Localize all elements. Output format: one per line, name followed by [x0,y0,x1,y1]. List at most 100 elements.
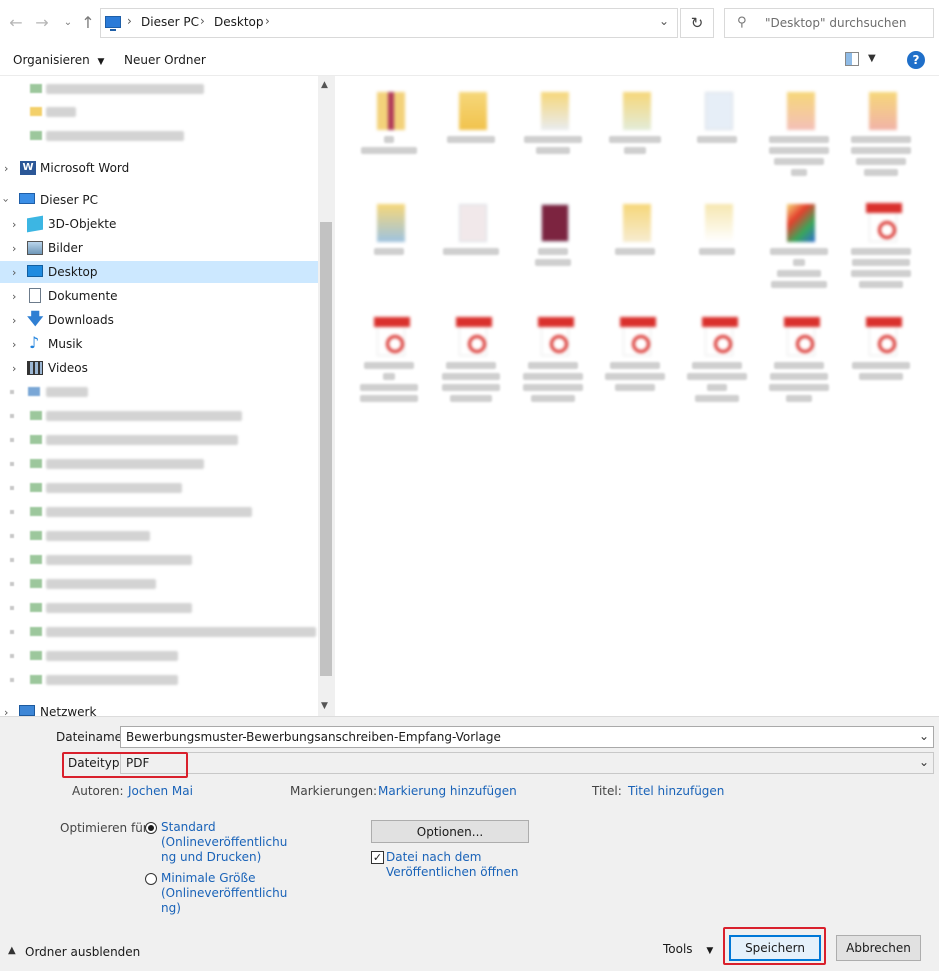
file-item[interactable] [765,82,833,192]
collapse-chevron-icon[interactable]: › [0,198,13,202]
hide-folders-button[interactable]: Ordner ausblenden [25,945,140,959]
view-dropdown-icon[interactable]: ▼ [868,53,876,64]
file-item[interactable] [847,194,915,304]
recent-locations-chevron-icon[interactable]: ⌄ [58,10,78,34]
open-after-publish-checkbox[interactable]: ✓ [371,851,384,864]
file-item[interactable] [519,194,587,304]
breadcrumb-separator-icon[interactable]: › [200,14,205,28]
blurred-item[interactable] [46,555,192,565]
back-arrow-icon[interactable]: ← [6,10,26,34]
file-item[interactable] [765,194,833,304]
blurred-item[interactable] [46,483,182,493]
organize-button[interactable]: Organisieren ▼ [13,53,104,67]
blurred-item[interactable] [46,603,192,613]
breadcrumb-desktop[interactable]: Desktop [214,15,264,29]
nav-scrollbar[interactable]: ▲ ▼ [318,76,334,716]
blurred-item[interactable] [46,435,238,445]
tags-value[interactable]: Markierung hinzufügen [378,784,517,798]
breadcrumb-separator-icon[interactable]: › [127,14,132,28]
file-item[interactable] [437,82,505,192]
file-item[interactable] [683,308,751,418]
file-item[interactable] [765,308,833,418]
nav-item-3d-objects[interactable]: › 3D-Objekte [0,213,318,235]
blurred-item[interactable] [46,579,156,589]
optimize-minimal-label[interactable]: Minimale Größe (Onlineveröffentlichu ng) [161,871,287,916]
nav-item-this-pc[interactable]: › Dieser PC [0,189,318,211]
new-folder-button[interactable]: Neuer Ordner [124,53,206,67]
blurred-item[interactable] [46,131,184,141]
blurred-item[interactable] [46,675,178,685]
breadcrumb-this-pc[interactable]: Dieser PC [141,15,199,29]
nav-item-music[interactable]: › ♪ Musik [0,333,318,355]
blurred-item[interactable] [46,84,204,94]
view-mode-icon[interactable] [845,52,859,66]
expand-chevron-icon[interactable]: › [12,290,16,303]
expand-chevron-icon[interactable]: › [4,162,8,175]
options-button[interactable]: Optionen... [371,820,529,843]
tools-button[interactable]: Tools ▼ [663,942,713,956]
nav-item-microsoft-word[interactable]: › W Microsoft Word [0,157,318,179]
blurred-item[interactable] [46,411,242,421]
file-item[interactable] [519,82,587,192]
blurred-item[interactable] [46,459,204,469]
nav-item-videos[interactable]: › Videos [0,357,318,379]
chevron-down-icon[interactable]: ⌄ [919,729,929,743]
expand-chevron-icon[interactable]: › [12,314,16,327]
scroll-thumb[interactable] [320,222,332,676]
authors-value[interactable]: Jochen Mai [128,784,193,798]
expand-chevron-icon[interactable]: › [12,218,16,231]
expand-chevron-icon[interactable]: › [12,338,16,351]
optimize-standard-label[interactable]: Standard (Onlineveröffentlichu ng und Dr… [161,820,287,865]
optimize-minimal-radio[interactable] [145,873,157,885]
blurred-item[interactable] [46,531,150,541]
save-button[interactable]: Speichern [729,935,821,961]
chevron-down-icon[interactable]: ⌄ [919,755,929,769]
file-item[interactable] [601,308,669,418]
blurred-item[interactable] [46,627,316,637]
filetype-select[interactable]: PDF ⌄ [120,752,934,774]
scroll-down-icon[interactable]: ▼ [321,701,328,711]
file-item[interactable] [355,308,423,418]
nav-item-desktop[interactable]: › Desktop [0,261,318,283]
navigation-pane[interactable]: › W Microsoft Word › Dieser PC › 3D-Obje… [0,76,334,716]
scroll-up-icon[interactable]: ▲ [321,80,328,90]
cancel-button[interactable]: Abbrechen [836,935,921,961]
nav-item-pictures[interactable]: › Bilder [0,237,318,259]
nav-item-network[interactable]: › Netzwerk [0,701,318,716]
expand-chevron-icon[interactable]: › [12,362,16,375]
file-item[interactable] [601,82,669,192]
file-item[interactable] [355,82,423,192]
file-item[interactable] [437,308,505,418]
help-button[interactable]: ? [907,51,925,69]
expand-chevron-icon[interactable]: › [12,266,16,279]
optimize-standard-radio[interactable] [145,822,157,834]
file-item[interactable] [437,194,505,304]
file-list-pane[interactable] [335,76,939,716]
collapse-arrow-icon[interactable]: ▲ [8,945,16,956]
file-item[interactable] [601,194,669,304]
blurred-item[interactable] [46,387,88,397]
file-item[interactable] [847,308,915,418]
expand-chevron-icon[interactable]: › [12,242,16,255]
forward-arrow-icon[interactable]: → [32,10,52,34]
blurred-item[interactable] [46,107,76,117]
nav-item-documents[interactable]: › Dokumente [0,285,318,307]
open-after-publish-label[interactable]: Datei nach dem Veröffentlichen öffnen [386,850,519,880]
search-input[interactable]: ⚲ "Desktop" durchsuchen [724,8,934,38]
file-item[interactable] [519,308,587,418]
filename-input[interactable]: Bewerbungsmuster-Bewerbungsanschreiben-E… [120,726,934,748]
blurred-item[interactable] [46,651,178,661]
blurred-item[interactable] [46,507,252,517]
breadcrumb-separator-icon[interactable]: › [265,14,270,28]
file-item[interactable] [847,82,915,192]
title-value[interactable]: Titel hinzufügen [628,784,724,798]
up-arrow-icon[interactable]: ↑ [78,10,98,34]
file-item[interactable] [683,194,751,304]
refresh-button[interactable]: ↻ [680,8,714,38]
file-item[interactable] [683,82,751,192]
address-field[interactable]: › Dieser PC › Desktop › ⌄ [100,8,678,38]
address-dropdown-chevron-icon[interactable]: ⌄ [659,14,669,28]
nav-item-downloads[interactable]: › 🡇 Downloads [0,309,318,331]
expand-chevron-icon[interactable]: › [4,706,8,717]
file-item[interactable] [355,194,423,304]
